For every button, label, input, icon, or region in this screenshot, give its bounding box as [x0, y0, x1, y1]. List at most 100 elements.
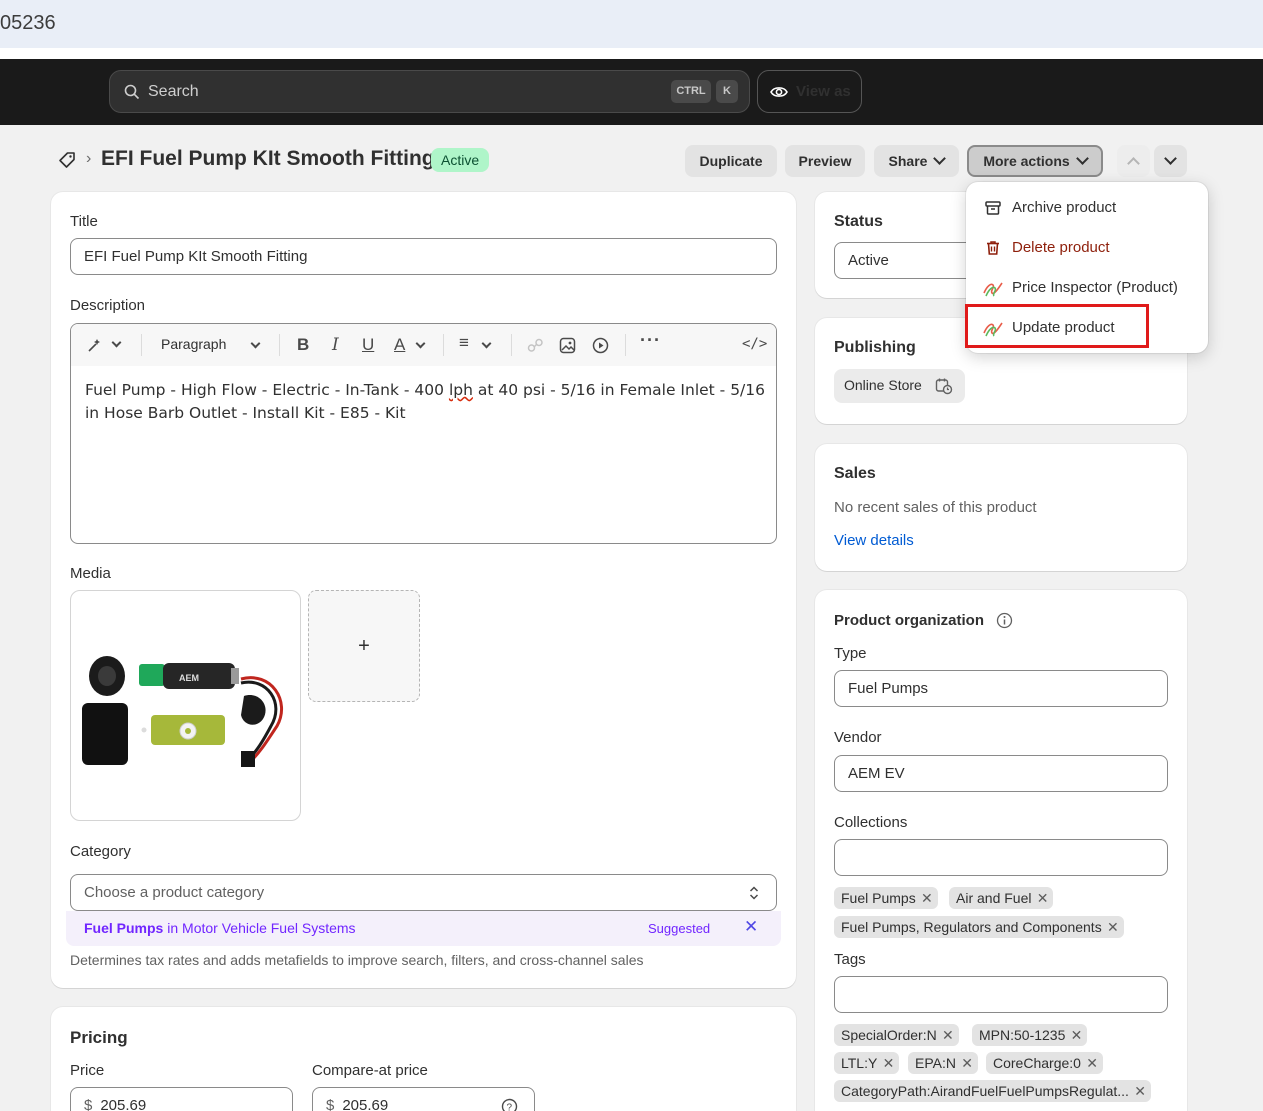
- archive-icon: [985, 201, 1001, 215]
- chevron-down-icon[interactable]: [481, 338, 492, 349]
- description-label: Description: [70, 297, 146, 314]
- compare-price-label: Compare-at price: [312, 1062, 428, 1079]
- compare-price-input[interactable]: $205.69 ?: [312, 1087, 535, 1111]
- editor-toolbar: Paragraph B I U A ≡ ··· </>: [71, 324, 776, 366]
- toolbar-divider: [443, 334, 444, 356]
- search-input[interactable]: Search CTRL K: [109, 70, 750, 113]
- more-actions-button[interactable]: More actions: [967, 145, 1103, 177]
- add-media-button[interactable]: +: [308, 590, 420, 702]
- tag-name: EPA:N: [915, 1055, 956, 1071]
- select-chevrons-icon: [749, 886, 759, 900]
- dismiss-suggestion-icon[interactable]: ✕: [744, 917, 758, 937]
- preview-button[interactable]: Preview: [785, 145, 865, 177]
- collection-name: Fuel Pumps: [841, 890, 916, 906]
- share-button[interactable]: Share: [874, 145, 959, 177]
- magic-icon[interactable]: [87, 337, 103, 353]
- category-placeholder: Choose a product category: [84, 884, 265, 901]
- more-actions-label: More actions: [983, 153, 1070, 169]
- menu-item-label: Delete product: [1012, 239, 1110, 256]
- remove-icon[interactable]: ✕: [1107, 916, 1119, 938]
- collections-label: Collections: [834, 814, 908, 831]
- product-image[interactable]: AEM: [70, 590, 301, 821]
- suggestion-rest: in Motor Vehicle Fuel Systems: [163, 920, 356, 936]
- remove-icon[interactable]: ✕: [942, 1024, 954, 1046]
- price-input[interactable]: $205.69: [70, 1087, 293, 1111]
- more-icon[interactable]: ···: [640, 330, 661, 351]
- organization-title: Product organization: [834, 612, 984, 629]
- category-suggestion[interactable]: Fuel Pumps in Motor Vehicle Fuel Systems…: [66, 911, 781, 946]
- text-color-icon[interactable]: A: [394, 335, 405, 355]
- tag-icon[interactable]: [58, 151, 76, 169]
- remove-icon[interactable]: ✕: [1134, 1080, 1146, 1102]
- vendor-label: Vendor: [834, 729, 882, 746]
- pricing-title: Pricing: [70, 1028, 128, 1047]
- category-select[interactable]: Choose a product category: [70, 874, 777, 911]
- type-input[interactable]: Fuel Pumps: [834, 670, 1168, 707]
- tag-pill: CategoryPath:AirandFuelFuelPumpsRegulat.…: [834, 1080, 1151, 1102]
- help-icon[interactable]: ?: [501, 1098, 518, 1111]
- chevron-down-icon: [1164, 152, 1177, 165]
- remove-icon[interactable]: ✕: [1037, 887, 1049, 909]
- link-icon[interactable]: [527, 337, 544, 354]
- online-store-chip[interactable]: Online Store: [834, 369, 965, 403]
- collections-input[interactable]: [834, 839, 1168, 876]
- calendar-clock-icon: [935, 378, 953, 395]
- info-icon[interactable]: [996, 612, 1013, 629]
- kbd-k: K: [716, 80, 738, 103]
- chevron-up-icon: [1127, 157, 1140, 170]
- vendor-input[interactable]: AEM EV: [834, 755, 1168, 792]
- menu-item-delete[interactable]: Delete product: [966, 230, 1208, 266]
- italic-icon[interactable]: I: [332, 335, 339, 355]
- status-title: Status: [834, 213, 883, 230]
- sales-title: Sales: [834, 465, 876, 482]
- app-icon: [983, 282, 1003, 297]
- toolbar-divider: [141, 334, 142, 356]
- collection-name: Air and Fuel: [956, 890, 1032, 906]
- view-details-link[interactable]: View details: [834, 532, 914, 549]
- view-as-button[interactable]: View as: [757, 70, 862, 113]
- duplicate-label: Duplicate: [699, 153, 763, 169]
- code-icon[interactable]: </>: [742, 336, 767, 352]
- chevron-down-icon[interactable]: [250, 338, 261, 349]
- description-editor[interactable]: Paragraph B I U A ≡ ··· </> Fuel Pump - …: [70, 323, 777, 544]
- browser-url-bar[interactable]: 05236: [0, 0, 1263, 48]
- chevron-down-icon[interactable]: [111, 337, 122, 348]
- description-text[interactable]: Fuel Pump - High Flow - Electric - In-Ta…: [85, 379, 765, 425]
- paragraph-select[interactable]: Paragraph: [161, 336, 226, 352]
- next-product-button[interactable]: [1154, 145, 1187, 177]
- bold-icon[interactable]: B: [297, 335, 309, 355]
- remove-icon[interactable]: ✕: [1086, 1052, 1098, 1074]
- remove-icon[interactable]: ✕: [883, 1052, 895, 1074]
- tags-input[interactable]: [834, 976, 1168, 1013]
- price-value: 205.69: [100, 1097, 147, 1111]
- view-as-label: View as: [796, 83, 851, 100]
- chevron-down-icon: [1075, 152, 1089, 165]
- update-product-highlight: [965, 304, 1149, 348]
- menu-item-archive[interactable]: Archive product: [966, 190, 1208, 226]
- previous-product-button[interactable]: [1117, 145, 1150, 177]
- tag-name: CategoryPath:AirandFuelFuelPumpsRegulat.…: [841, 1083, 1129, 1099]
- admin-topbar: Search CTRL K View as: [0, 59, 1263, 125]
- fuel-pump-kit-image: AEM: [82, 656, 284, 767]
- category-label: Category: [70, 843, 131, 860]
- title-input[interactable]: EFI Fuel Pump KIt Smooth Fitting: [70, 238, 777, 275]
- tag-name: CoreCharge:0: [993, 1055, 1081, 1071]
- remove-icon[interactable]: ✕: [961, 1052, 973, 1074]
- breadcrumb-separator: ›: [86, 150, 92, 167]
- align-icon[interactable]: ≡: [459, 333, 469, 353]
- remove-icon[interactable]: ✕: [1071, 1024, 1083, 1046]
- image-icon[interactable]: [559, 337, 576, 354]
- video-icon[interactable]: [592, 337, 609, 354]
- category-help-text: Determines tax rates and adds metafields…: [70, 952, 644, 968]
- toolbar-divider: [625, 334, 626, 356]
- currency-symbol: $: [84, 1097, 93, 1111]
- underline-icon[interactable]: U: [362, 335, 374, 355]
- tag-name: LTL:Y: [841, 1055, 878, 1071]
- tag-name: MPN:50-1235: [979, 1027, 1066, 1043]
- remove-icon[interactable]: ✕: [921, 887, 933, 909]
- sales-text: No recent sales of this product: [834, 499, 1037, 516]
- menu-item-price-inspector[interactable]: Price Inspector (Product): [966, 270, 1208, 306]
- chevron-down-icon[interactable]: [415, 338, 426, 349]
- share-label: Share: [888, 153, 928, 169]
- duplicate-button[interactable]: Duplicate: [685, 145, 777, 177]
